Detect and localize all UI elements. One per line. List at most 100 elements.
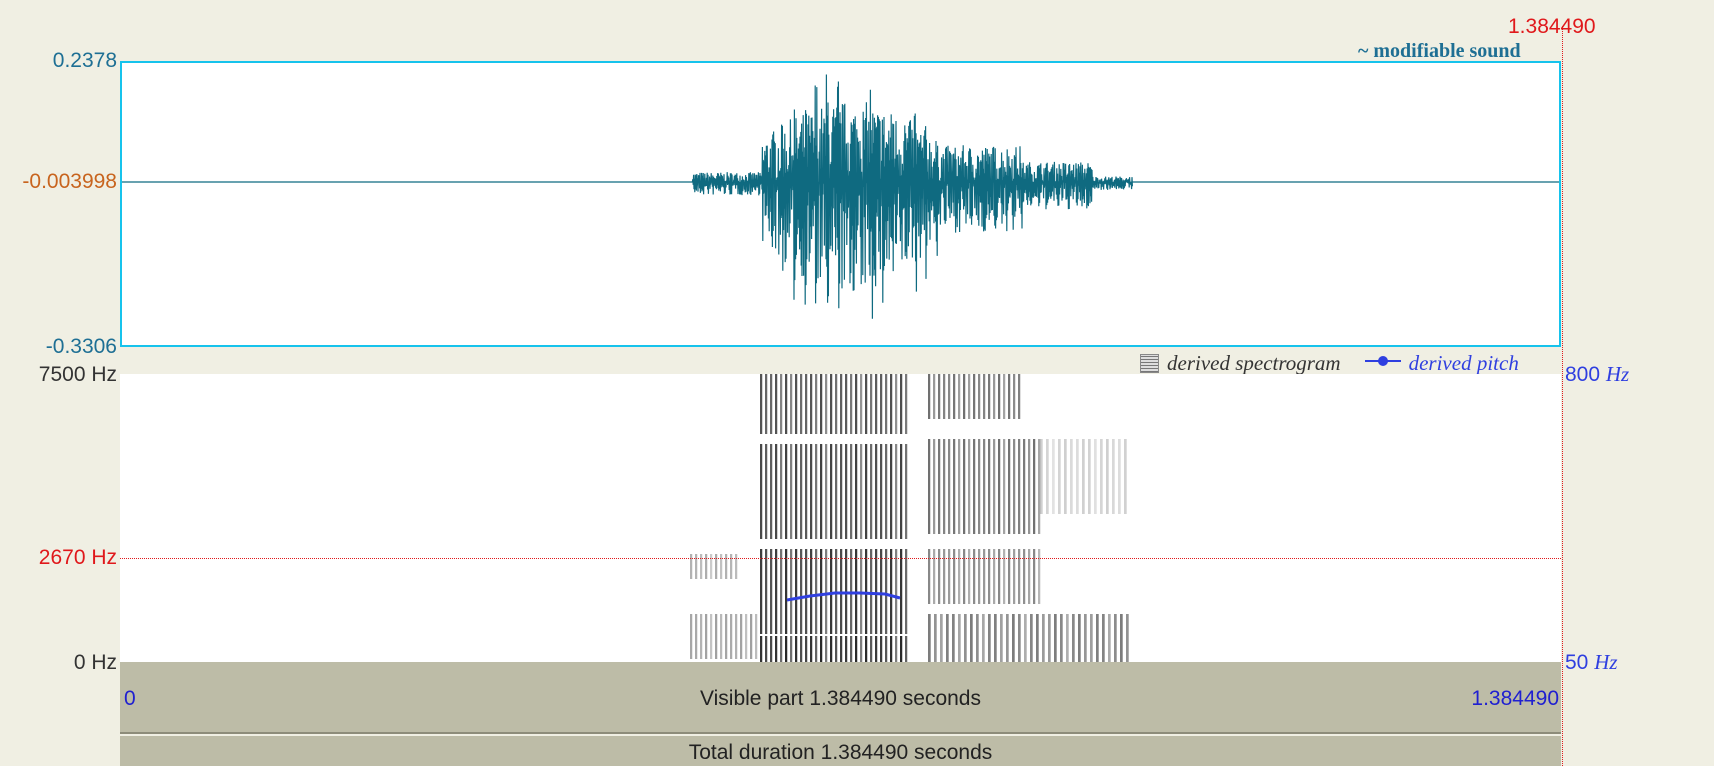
spectrogram-energy: [1124, 439, 1127, 514]
spectrogram-energy: [860, 549, 863, 634]
spectrogram-energy: [825, 549, 828, 634]
spectrogram-energy: [1078, 614, 1081, 662]
frequency-cursor-line: [120, 558, 1561, 559]
spectrogram-energy: [988, 614, 991, 662]
spectrogram-energy: [870, 374, 873, 434]
spectrogram-energy: [735, 614, 738, 659]
spectrogram-energy: [976, 614, 979, 662]
spectrogram-energy: [800, 374, 803, 434]
spectrogram-energy: [885, 444, 888, 539]
spectrogram-energy: [765, 444, 768, 539]
spectrogram-energy: [730, 614, 733, 659]
spectrogram-energy: [850, 374, 853, 434]
amplitude-center-label: -0.003998: [22, 170, 117, 193]
spectrogram-energy: [1003, 374, 1006, 419]
spectrogram-energy: [765, 636, 768, 662]
spectrogram-energy: [880, 444, 883, 539]
spectrogram-energy: [845, 636, 848, 662]
spectrogram-energy: [825, 374, 828, 434]
spectrogram-energy: [1112, 439, 1115, 514]
spectrogram-energy: [952, 614, 955, 662]
pitch-legend-label: derived pitch: [1408, 351, 1519, 375]
spectrogram-energy: [810, 444, 813, 539]
spectrogram-energy: [1070, 439, 1073, 514]
total-duration-bar[interactable]: Total duration 1.384490 seconds: [120, 736, 1561, 766]
spectrogram-energy: [820, 444, 823, 539]
spectrogram-energy: [790, 636, 793, 662]
pitch-bottom-unit: Hz: [1594, 650, 1618, 674]
spectrogram-energy: [982, 614, 985, 662]
spectrogram-energy: [790, 549, 793, 634]
spectrogram-energy: [940, 614, 943, 662]
spectrogram-energy: [760, 636, 763, 662]
pitch-bottom-number: 50: [1565, 651, 1589, 674]
spectrogram-energy: [973, 439, 976, 534]
spectrogram-energy: [695, 614, 698, 659]
spectrogram-energy: [943, 439, 946, 534]
spectrogram-energy: [1023, 439, 1026, 534]
spectrogram-energy: [905, 374, 908, 434]
spectrogram-energy: [870, 636, 873, 662]
spectrogram-energy: [885, 549, 888, 634]
spectrogram-energy: [1013, 374, 1016, 419]
spectrogram-energy: [785, 549, 788, 634]
spectrogram-energy: [946, 614, 949, 662]
spectrogram-energy: [800, 444, 803, 539]
spectrogram-energy: [1052, 439, 1055, 514]
spectrogram-energy: [1028, 439, 1031, 534]
spectrogram-energy: [825, 636, 828, 662]
spectrogram-energy: [765, 549, 768, 634]
spectrogram-energy: [875, 444, 878, 539]
spectrogram-energy: [1108, 614, 1111, 662]
spectrogram-energy: [1090, 614, 1093, 662]
spectrogram-energy: [895, 444, 898, 539]
spectrogram-energy: [905, 549, 908, 634]
spectrogram-energy: [958, 614, 961, 662]
spectrogram-energy: [830, 374, 833, 434]
spectrogram-energy: [993, 439, 996, 534]
spectrogram-energy: [933, 374, 936, 419]
spectrogram-energy: [770, 636, 773, 662]
spectrogram-energy: [900, 549, 903, 634]
spectrogram-energy: [850, 636, 853, 662]
spectrogram-energy: [895, 636, 898, 662]
spectrogram-energy: [1088, 439, 1091, 514]
spectrogram-energy: [780, 374, 783, 434]
spectrogram-energy: [770, 549, 773, 634]
spectrogram-energy: [855, 636, 858, 662]
spectrogram-energy: [705, 614, 708, 659]
spectrogram-energy: [765, 374, 768, 434]
spectrogram-energy: [865, 444, 868, 539]
spectrogram-energy: [775, 636, 778, 662]
spectrogram: [690, 374, 1129, 662]
spectrogram-energy: [1064, 439, 1067, 514]
spectrogram-energy: [725, 614, 728, 659]
spectrogram-energy: [933, 439, 936, 534]
spectrogram-energy: [760, 444, 763, 539]
spectrogram-energy: [740, 614, 743, 659]
spectrogram-energy: [890, 444, 893, 539]
spectrogram-energy: [760, 374, 763, 434]
spectrogram-energy: [880, 549, 883, 634]
spectrogram-energy: [805, 549, 808, 634]
spectrogram-energy: [1018, 439, 1021, 534]
spectrogram-energy: [1102, 614, 1105, 662]
spectrogram-energy: [938, 439, 941, 534]
spectrogram-energy: [795, 636, 798, 662]
spectrogram-energy: [805, 374, 808, 434]
spectrogram-legend-icon: [1140, 354, 1159, 373]
spectrogram-energy: [700, 614, 703, 659]
spectrogram-energy: [815, 374, 818, 434]
spectrogram-energy: [795, 374, 798, 434]
spectrogram-energy: [835, 374, 838, 434]
visible-part-label: Visible part 1.384490 seconds: [700, 687, 981, 710]
visible-part-bar[interactable]: 0 Visible part 1.384490 seconds 1.384490: [120, 662, 1561, 734]
spectrogram-energy: [885, 636, 888, 662]
spectrogram-energy: [860, 374, 863, 434]
spectrogram-energy: [850, 444, 853, 539]
waveform-panel[interactable]: [120, 61, 1561, 347]
spectrogram-energy: [978, 439, 981, 534]
spectrogram-energy: [865, 374, 868, 434]
spectrogram-energy: [943, 374, 946, 419]
spectrogram-panel[interactable]: [120, 374, 1561, 662]
